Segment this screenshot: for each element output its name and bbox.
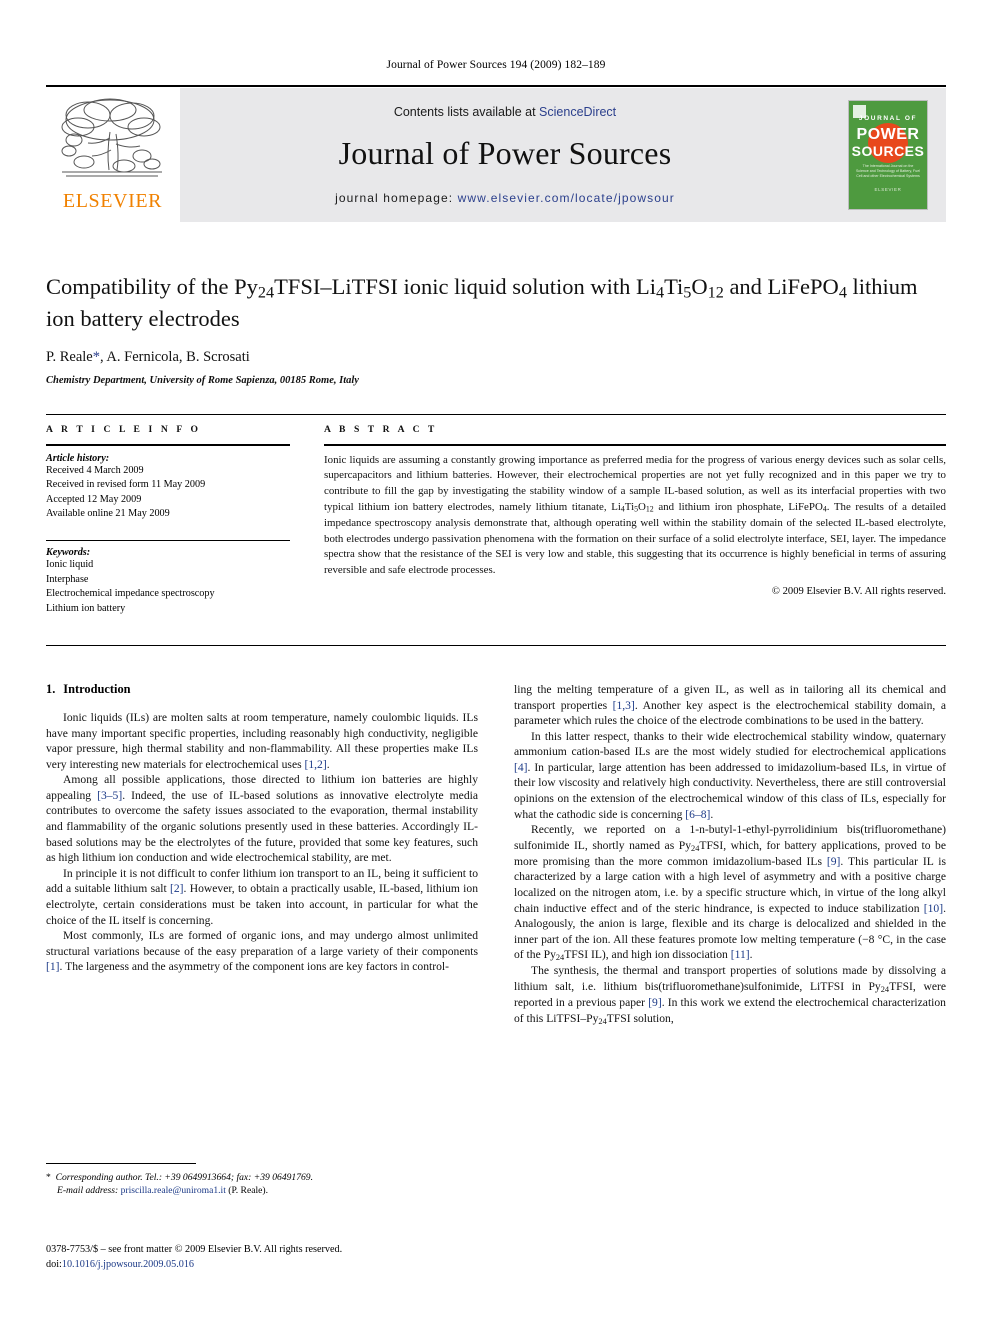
journal-title: Journal of Power Sources — [338, 135, 672, 171]
imprint-block: 0378-7753/$ – see front matter © 2009 El… — [46, 1243, 516, 1273]
journal-homepage-link[interactable]: www.elsevier.com/locate/jpowsour — [458, 191, 675, 205]
abstract-heading: A B S T R A C T — [324, 424, 438, 435]
elsevier-logo: ELSEVIER — [46, 88, 179, 222]
doi-label: doi: — [46, 1258, 62, 1270]
page-title: Compatibility of the Py24TFSI–LiTFSI ion… — [46, 274, 918, 331]
abstract-rule — [324, 444, 946, 446]
cover-sources-text: SOURCES — [851, 143, 925, 159]
abstract-copyright: © 2009 Elsevier B.V. All rights reserved… — [771, 586, 946, 598]
info-section-top-rule — [46, 414, 946, 415]
article-history-label: Article history: — [46, 452, 110, 464]
article-info-heading: A R T I C L E I N F O — [46, 424, 202, 435]
masthead-top-rule — [46, 85, 946, 87]
body-paragraph: The synthesis, the thermal and transport… — [514, 964, 946, 1026]
keyword-item: Ionic liquid — [46, 559, 94, 571]
contents-prefix-text: Contents lists available at — [393, 105, 540, 119]
keywords-label: Keywords: — [46, 547, 91, 559]
body-paragraph: In this latter respect, thanks to their … — [514, 729, 946, 821]
keyword-item: Electrochemical impedance spectroscopy — [46, 588, 215, 600]
info-section-bottom-rule — [46, 645, 946, 646]
body-paragraph: ling the melting temperature of a given … — [514, 683, 946, 728]
body-paragraph: Ionic liquids (ILs) are molten salts at … — [46, 711, 478, 771]
body-paragraph: Among all possible applications, those d… — [46, 773, 478, 865]
cover-footer-text: ELSEVIER — [874, 187, 902, 192]
article-history-item: Received in revised form 11 May 2009 — [46, 479, 206, 491]
footnote-rule — [46, 1163, 196, 1164]
sciencedirect-link[interactable]: ScienceDirect — [539, 105, 616, 119]
article-history-item: Accepted 12 May 2009 — [46, 493, 142, 505]
doi-line: doi:10.1016/j.jpowsour.2009.05.016 — [46, 1258, 516, 1273]
email-note: E-mail address: priscilla.reale@uniroma1… — [57, 1185, 268, 1197]
keyword-item: Interphase — [46, 573, 89, 585]
issn-line: 0378-7753/$ – see front matter © 2009 El… — [46, 1244, 343, 1255]
body-paragraph: Recently, we reported on a 1-n-butyl-1-e… — [514, 823, 946, 963]
abstract-column: A B S T R A C T Ionic liquids are assumi… — [324, 424, 946, 597]
journal-homepage-line: journal homepage: www.elsevier.com/locat… — [180, 191, 830, 205]
body-left-column: 1. Introduction Ionic liquids (ILs) are m… — [46, 682, 478, 975]
title-block: Compatibility of the Py24TFSI–LiTFSI ion… — [46, 272, 946, 386]
journal-masthead: ELSEVIER Contents lists available at Sci… — [46, 85, 946, 222]
affiliation: Chemistry Department, University of Rome… — [46, 375, 359, 387]
paper-page: Journal of Power Sources 194 (2009) 182–… — [0, 0, 992, 1323]
cover-power-text: POWER — [856, 126, 920, 143]
article-info-column: A R T I C L E I N F O Article history: R… — [46, 424, 290, 616]
doi-link[interactable]: 10.1016/j.jpowsour.2009.05.016 — [62, 1259, 194, 1270]
keywords-rule — [46, 539, 290, 542]
article-info-rule — [46, 444, 290, 446]
section-number: 1. — [46, 682, 56, 696]
elsevier-wordmark: ELSEVIER — [62, 190, 163, 212]
footnote-area: * Corresponding author. Tel.: +39 064991… — [46, 1163, 478, 1197]
body-paragraph: In principle it is not difficult to conf… — [46, 866, 478, 927]
abstract-text: Ionic liquids are assuming a constantly … — [324, 453, 946, 577]
body-right-column: ling the melting temperature of a given … — [514, 682, 946, 1027]
section-heading-introduction: 1. Introduction — [46, 682, 478, 697]
keyword-item: Lithium ion battery — [46, 602, 126, 614]
article-history-item: Available online 21 May 2009 — [46, 508, 170, 520]
homepage-prefix-text: journal homepage: — [335, 191, 458, 205]
article-history-item: Received 4 March 2009 — [46, 464, 144, 476]
contents-available-line: Contents lists available at ScienceDirec… — [180, 105, 830, 119]
journal-cover-thumbnail: JOURNAL OF POWER SOURCES The Internation… — [849, 101, 927, 209]
elsevier-tree-icon — [61, 98, 162, 177]
cover-subtitle-text: The International Journal on the Science… — [856, 164, 920, 179]
masthead-cover-panel: JOURNAL OF POWER SOURCES The Internation… — [830, 88, 946, 222]
masthead-center-panel: Contents lists available at ScienceDirec… — [180, 88, 830, 222]
section-title-text: Introduction — [63, 682, 131, 696]
author-list: P. Reale*, A. Fernicola, B. Scrosati — [46, 349, 250, 366]
running-head: Journal of Power Sources 194 (2009) 182–… — [386, 59, 606, 71]
cover-journal-of-text: JOURNAL OF — [858, 115, 918, 122]
body-paragraph: Most commonly, ILs are formed of organic… — [46, 929, 478, 974]
corresponding-author-note: * Corresponding author. Tel.: +39 064991… — [46, 1172, 314, 1183]
